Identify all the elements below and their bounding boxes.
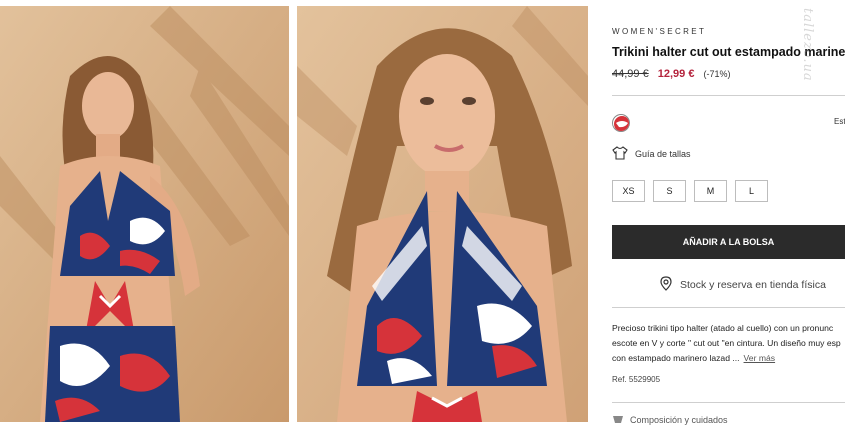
size-option-l[interactable]: L [735,180,768,202]
store-stock-link[interactable]: Stock y reserva en tienda física [660,276,826,294]
description-line: con estampado marinero lazad ... Ver más [612,353,776,363]
size-selector: XS S M L [612,180,768,202]
sale-price: 12,99 € [657,68,695,80]
color-swatch[interactable] [612,114,630,132]
color-label: Est [834,117,845,126]
composition-label: Composición y cuidados [630,415,728,425]
divider [612,307,845,308]
description-line: escote en V y corte " cut out "en cintur… [612,338,841,348]
size-guide-label: Guía de tallas [635,149,691,159]
read-more-link[interactable]: Ver más [744,353,776,363]
store-stock-label: Stock y reserva en tienda física [680,279,826,291]
product-photo-1[interactable] [0,6,289,422]
location-pin-icon [660,276,672,294]
composition-care-accordion[interactable]: Composición y cuidados [612,414,728,426]
divider [612,402,845,403]
add-to-bag-button[interactable]: AÑADIR A LA BOLSA [612,225,845,259]
discount-badge: (-71%) [703,69,731,79]
product-photo-2[interactable] [297,6,588,422]
care-icon [612,414,624,426]
divider [612,95,845,96]
size-option-xs[interactable]: XS [612,180,645,202]
size-option-m[interactable]: M [694,180,727,202]
old-price: 44,99 € [612,68,649,80]
size-guide-link[interactable]: Guía de tallas [612,146,691,162]
price-row: 44,99 € 12,99 € (-71%) [612,68,731,80]
watermark: tallezo.ua [800,8,815,82]
product-reference: Ref. 5529905 [612,375,661,384]
description-line: Precioso trikini tipo halter (atado al c… [612,323,834,333]
brand-name[interactable]: WOMEN'SECRET [612,27,706,36]
shirt-icon [612,146,628,162]
product-description: Precioso trikini tipo halter (atado al c… [612,321,845,366]
size-option-s[interactable]: S [653,180,686,202]
